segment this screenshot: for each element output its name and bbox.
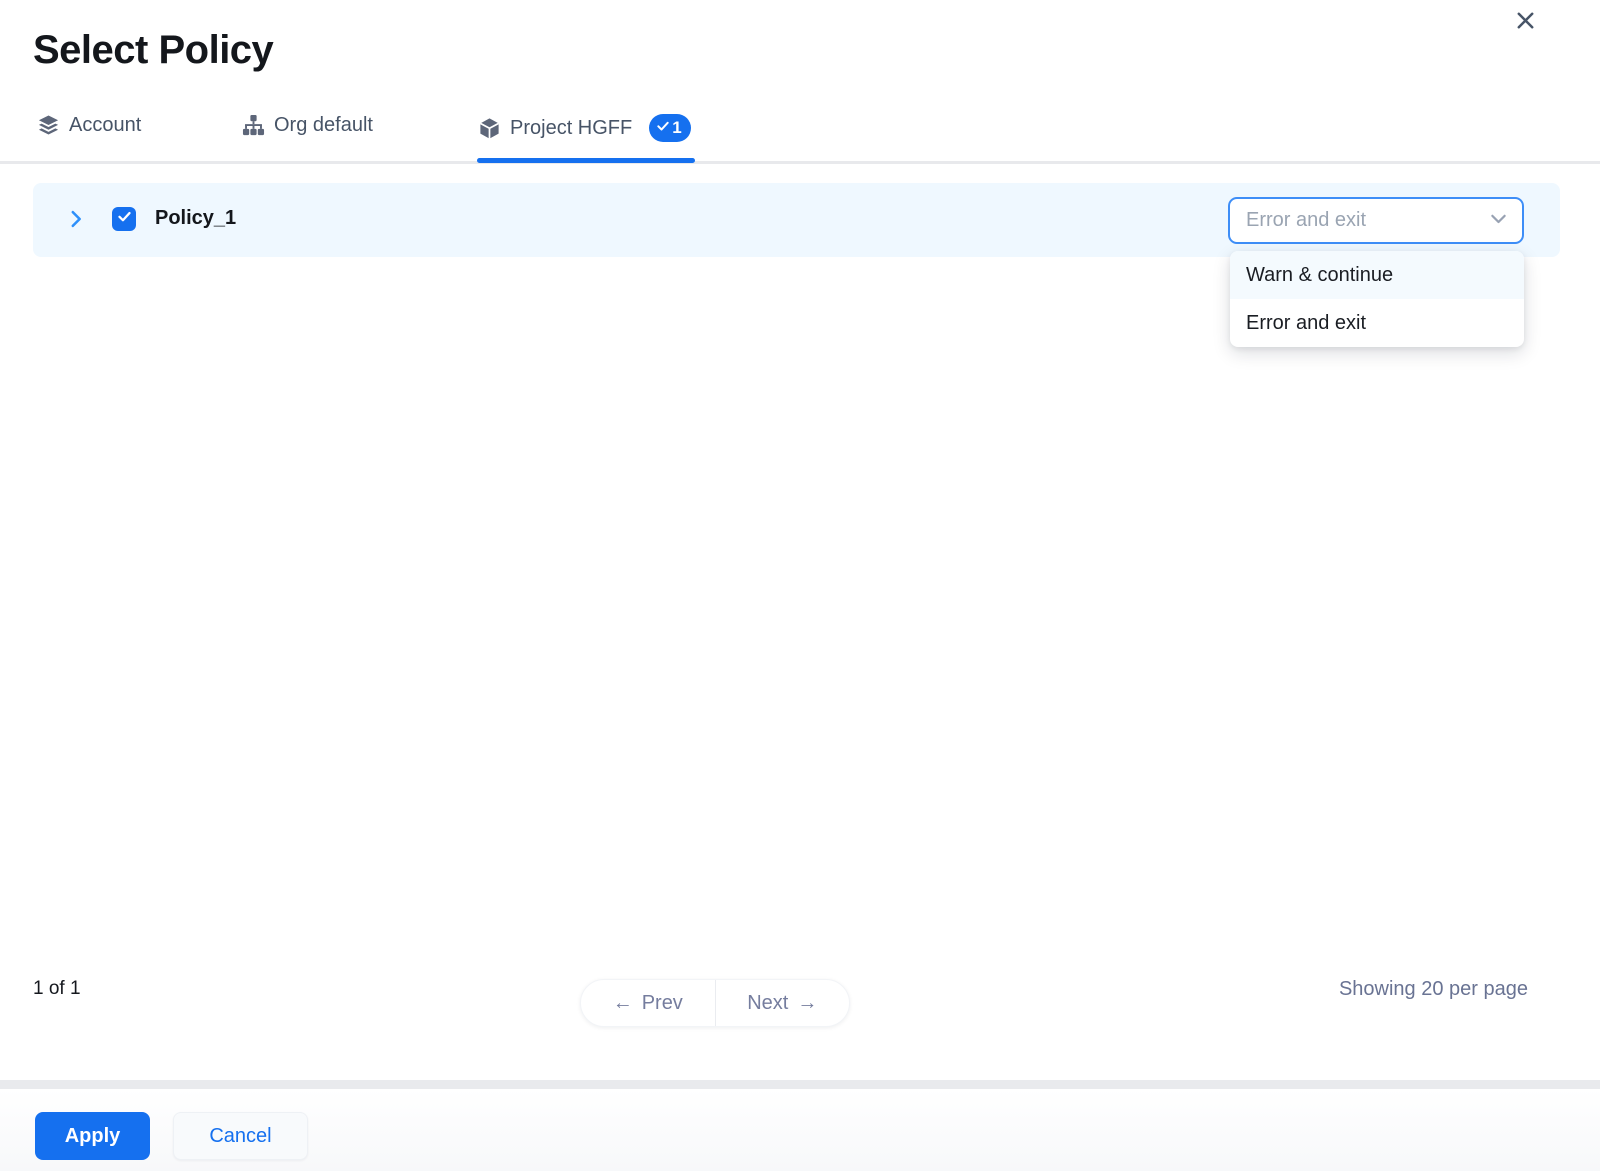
check-icon (117, 209, 132, 229)
layers-icon (37, 114, 60, 137)
org-chart-icon (242, 114, 265, 137)
prev-button[interactable]: ← Prev (581, 980, 715, 1026)
page-info: 1 of 1 (33, 978, 81, 1000)
expand-row-button[interactable] (63, 208, 89, 234)
arrow-right-icon: → (797, 992, 817, 1015)
policy-checkbox[interactable] (112, 207, 136, 231)
tab-account[interactable]: Account (37, 114, 141, 137)
tab-project-hgff[interactable]: Project HGFF 1 (478, 114, 691, 142)
badge-count: 1 (672, 118, 681, 138)
menu-option-warn-continue[interactable]: Warn & continue (1230, 251, 1524, 299)
close-icon (1514, 9, 1537, 35)
chevron-right-icon (65, 208, 87, 235)
arrow-left-icon: ← (613, 992, 633, 1015)
active-tab-underline (477, 158, 695, 163)
check-icon (656, 118, 670, 138)
pager: ← Prev Next → (580, 979, 850, 1027)
next-button[interactable]: Next → (716, 980, 850, 1026)
select-policy-modal: Select Policy Account (0, 0, 1600, 1171)
cancel-button[interactable]: Cancel (173, 1112, 308, 1160)
next-label: Next (747, 992, 788, 1015)
policy-name: Policy_1 (155, 207, 236, 230)
select-value: Error and exit (1246, 209, 1366, 232)
tabs-bottom-border (0, 161, 1600, 164)
package-icon (478, 117, 501, 140)
tab-label: Account (69, 114, 141, 137)
close-button[interactable] (1509, 6, 1541, 38)
footer: Apply Cancel (0, 1089, 1600, 1171)
tab-label: Project HGFF (510, 117, 632, 140)
per-page-info: Showing 20 per page (1339, 978, 1528, 1001)
prev-label: Prev (642, 992, 683, 1015)
apply-button[interactable]: Apply (35, 1112, 150, 1160)
policy-action-menu: Warn & continue Error and exit (1230, 251, 1524, 347)
menu-option-error-exit[interactable]: Error and exit (1230, 299, 1524, 347)
footer-divider (0, 1080, 1600, 1089)
tab-org-default[interactable]: Org default (242, 114, 373, 137)
page-title: Select Policy (33, 28, 273, 73)
chevron-down-icon (1488, 208, 1509, 234)
policy-action-select[interactable]: Error and exit (1228, 197, 1524, 244)
tab-label: Org default (274, 114, 373, 137)
selected-count-badge: 1 (649, 114, 690, 142)
